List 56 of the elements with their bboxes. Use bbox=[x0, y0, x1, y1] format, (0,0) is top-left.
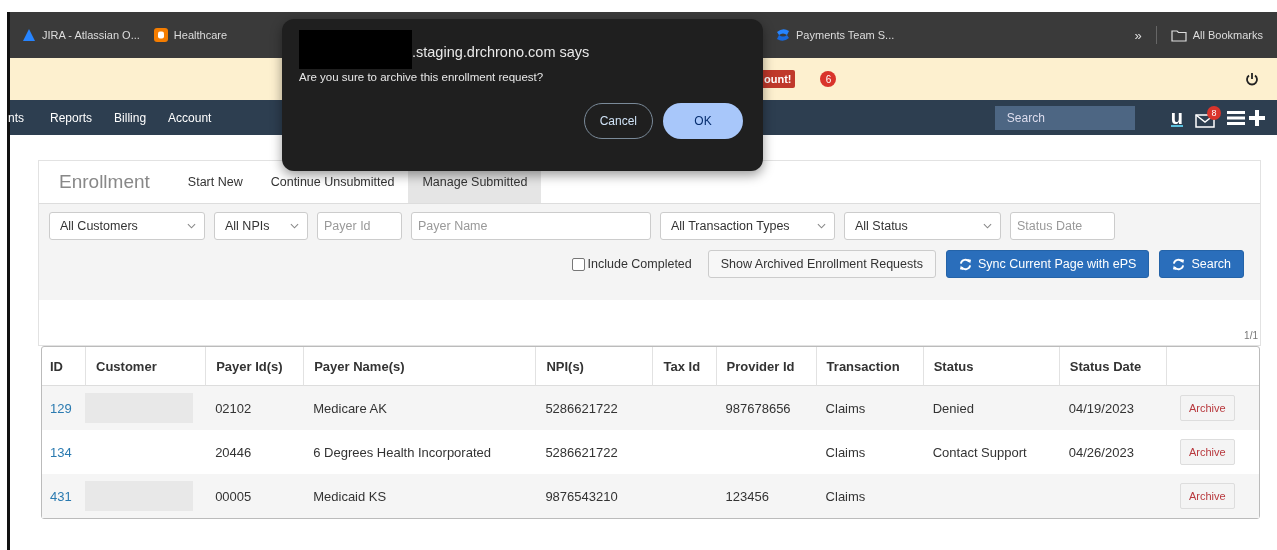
table-cell: 5286621722 bbox=[545, 444, 618, 460]
count-badge: 6 bbox=[820, 71, 837, 87]
checkbox-label[interactable]: Include Completed bbox=[571, 257, 692, 271]
table-cell: 9876543210 bbox=[545, 488, 618, 504]
dialog-message: Are you sure to archive this enrollment request? bbox=[299, 71, 545, 83]
dropdown[interactable]: All Status bbox=[844, 212, 1001, 240]
bookmark-link[interactable]: Payments Team S... bbox=[776, 28, 895, 42]
count-badge: 8 bbox=[1207, 105, 1221, 120]
archive-button[interactable]: Archive bbox=[1179, 439, 1235, 465]
dialog-title: .staging.drchrono.com says bbox=[412, 43, 590, 60]
bookmark-link[interactable]: JIRA - Atlassian O... bbox=[22, 28, 140, 42]
action-button[interactable]: Search bbox=[1159, 250, 1244, 278]
id-link[interactable]: 129 bbox=[50, 400, 72, 416]
mail-button[interactable]: 8 bbox=[1195, 105, 1221, 130]
table-cell: 00005 bbox=[215, 488, 252, 504]
action-button[interactable]: Sync Current Page with ePS bbox=[945, 250, 1150, 278]
id-link[interactable]: 134 bbox=[50, 444, 72, 460]
nav-link[interactable]: nts bbox=[8, 110, 24, 125]
tab[interactable]: Start New bbox=[173, 161, 257, 203]
id-link[interactable]: 431 bbox=[50, 488, 72, 504]
nav-link[interactable]: Billing bbox=[114, 110, 147, 125]
nav-link[interactable]: Account bbox=[168, 110, 212, 125]
nav-link[interactable]: Reports bbox=[50, 110, 93, 125]
bookmark-link[interactable]: Healthcare bbox=[153, 28, 228, 42]
input-field[interactable]: Payer Name bbox=[411, 212, 651, 240]
table-cell: 04/26/2023 bbox=[1068, 444, 1134, 460]
dropdown[interactable]: All Transaction Types bbox=[660, 212, 835, 240]
input-field[interactable]: Payer Id bbox=[317, 212, 402, 240]
table-cell: Claims bbox=[825, 444, 866, 460]
table-cell: 02102 bbox=[215, 400, 252, 416]
archive-button[interactable]: Archive bbox=[1179, 395, 1235, 421]
table-cell: 6 Degrees Health Incorporated bbox=[313, 444, 491, 460]
overflow-chevron[interactable]: » bbox=[1134, 27, 1142, 43]
table-cell: 987678656 bbox=[725, 400, 791, 416]
table-cell: Medicaid KS bbox=[313, 488, 387, 504]
search-field[interactable]: Search bbox=[994, 105, 1135, 130]
dialog-button[interactable]: OK bbox=[663, 103, 743, 139]
table-cell: 20446 bbox=[215, 444, 252, 460]
table-cell: 5286621722 bbox=[545, 400, 618, 416]
dropdown[interactable]: All NPIs bbox=[214, 212, 308, 240]
table-cell: 123456 bbox=[725, 488, 769, 504]
table-cell: Claims bbox=[825, 488, 866, 504]
archive-button[interactable]: Archive bbox=[1179, 483, 1235, 509]
table-cell: Medicare AK bbox=[313, 400, 387, 416]
page-indicator: 1/1 bbox=[1243, 329, 1259, 343]
table-cell: Claims bbox=[825, 400, 866, 416]
dropdown[interactable]: All Customers bbox=[49, 212, 205, 240]
table-cell: 04/19/2023 bbox=[1068, 400, 1134, 416]
all-bookmarks-link[interactable]: All Bookmarks bbox=[1170, 28, 1263, 42]
input-field[interactable]: Status Date bbox=[1010, 212, 1115, 240]
table-cell: Denied bbox=[932, 400, 974, 416]
dialog-button[interactable]: Cancel bbox=[583, 103, 653, 139]
action-button[interactable]: Show Archived Enrollment Requests bbox=[707, 250, 936, 278]
page-title: Enrollment bbox=[58, 170, 151, 194]
table-cell: Contact Support bbox=[932, 444, 1027, 460]
logo[interactable]: u bbox=[1170, 108, 1183, 127]
